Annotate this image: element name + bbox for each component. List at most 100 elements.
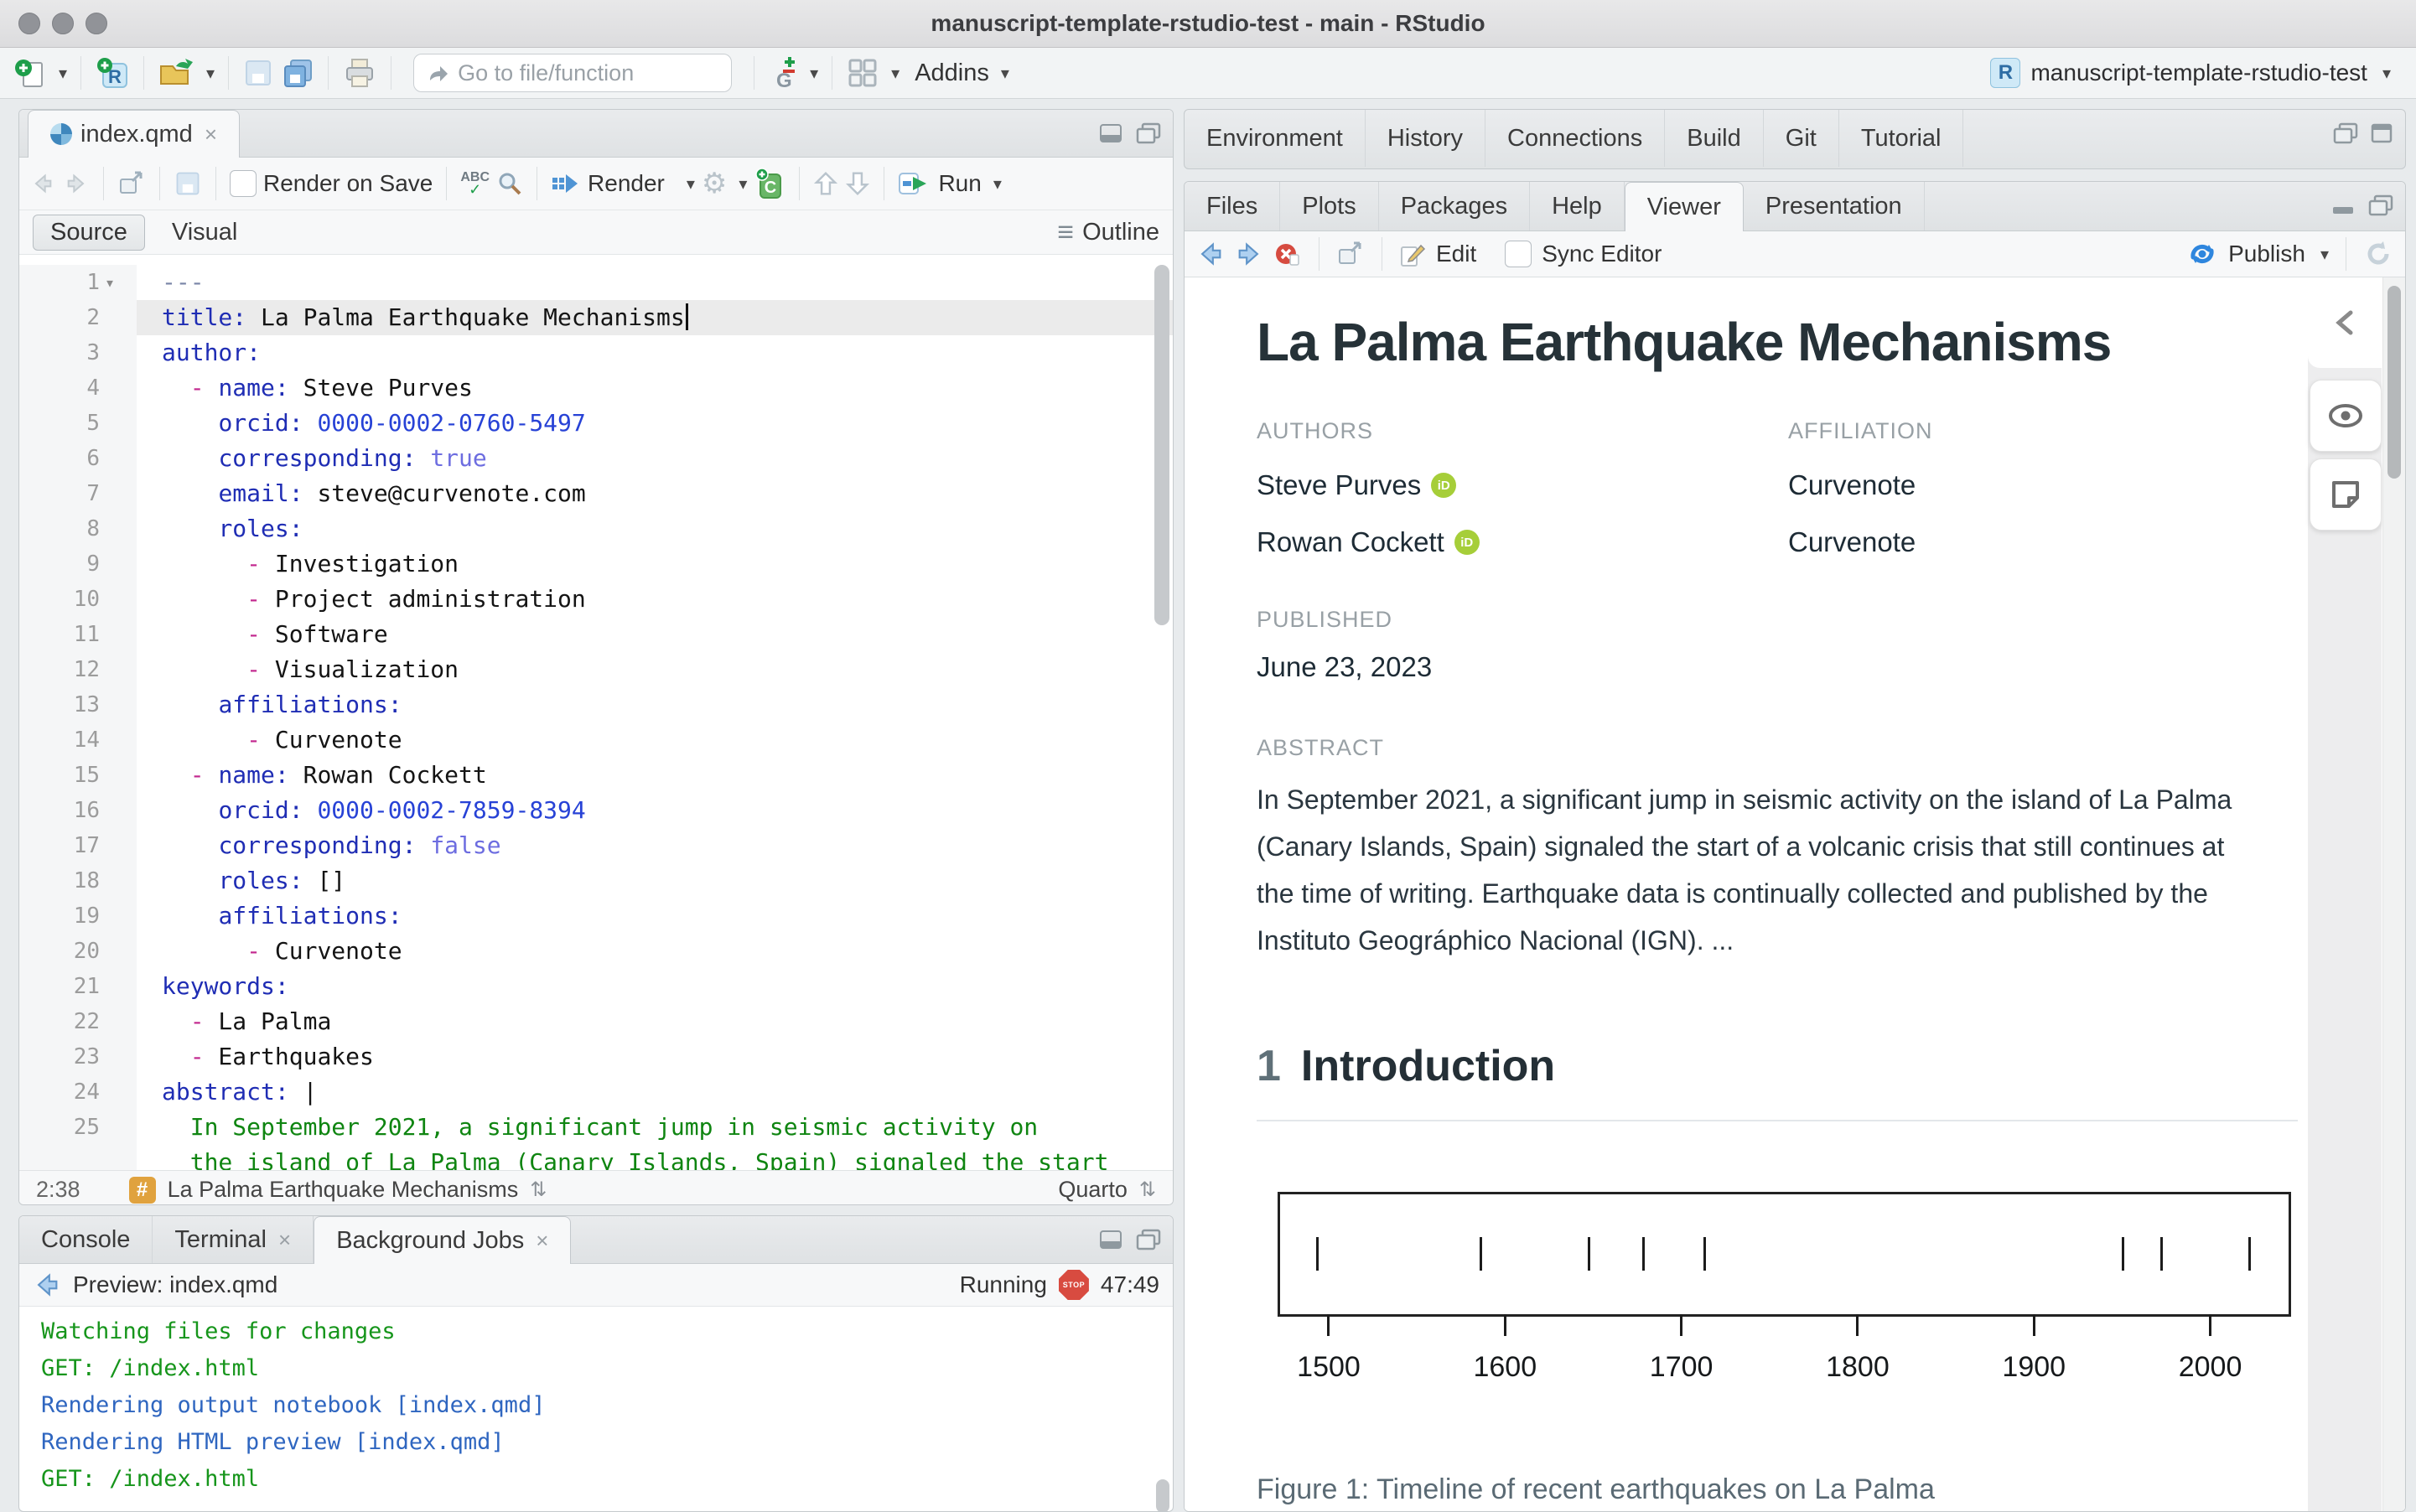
maximize-pane-icon[interactable] [1136, 1229, 1161, 1251]
new-file-icon[interactable] [13, 56, 47, 90]
tab-presentation[interactable]: Presentation [1744, 182, 1925, 230]
viewer-scrollbar[interactable] [2387, 286, 2401, 479]
render-on-save-checkbox[interactable] [230, 170, 257, 197]
new-file-caret-icon[interactable]: ▾ [59, 63, 67, 84]
go-to-next-chunk-icon[interactable] [845, 170, 870, 197]
close-window-button[interactable] [18, 13, 40, 34]
code-line[interactable]: 2title: La Palma Earthquake Mechanisms [19, 300, 1173, 335]
code-line[interactable]: 4 - name: Steve Purves [19, 370, 1173, 406]
code-line[interactable]: 18 roles: [] [19, 863, 1173, 898]
maximize-pane-icon[interactable] [1136, 122, 1161, 144]
clear-viewer-icon[interactable] [1273, 240, 1302, 268]
publish-icon[interactable] [2186, 238, 2218, 270]
code-line[interactable]: 5 orcid: 0000-0002-0760-5497 [19, 406, 1173, 441]
gear-icon[interactable]: ⚙ [702, 167, 727, 200]
insert-chunk-icon[interactable]: C [754, 168, 785, 199]
tab-git[interactable]: Git [1764, 110, 1839, 167]
tab-plots[interactable]: Plots [1280, 182, 1378, 230]
run-caret-icon[interactable]: ▾ [993, 173, 1002, 194]
code-line[interactable]: 22 - La Palma [19, 1004, 1173, 1039]
back-icon[interactable] [29, 170, 56, 197]
new-project-icon[interactable]: R [95, 55, 130, 91]
code-line[interactable]: 23 - Earthquakes [19, 1039, 1173, 1074]
code-line[interactable]: 19 affiliations: [19, 898, 1173, 934]
tab-files[interactable]: Files [1185, 182, 1280, 230]
go-to-previous-chunk-icon[interactable] [813, 170, 838, 197]
tab-build[interactable]: Build [1665, 110, 1764, 167]
pane-layout-icon[interactable] [846, 56, 879, 90]
back-icon[interactable] [33, 1271, 61, 1299]
editor-scrollbar[interactable] [1154, 265, 1169, 625]
forward-icon[interactable] [1235, 240, 1263, 268]
spellcheck-icon[interactable]: ABC✓ [460, 172, 490, 195]
tab-packages[interactable]: Packages [1379, 182, 1530, 230]
tab-console[interactable]: Console [19, 1216, 153, 1263]
popout-icon[interactable] [1336, 240, 1365, 268]
code-line[interactable]: 13 affiliations: [19, 687, 1173, 722]
back-icon[interactable] [1196, 240, 1225, 268]
restore-pane-icon[interactable] [2333, 122, 2358, 144]
publish-caret-icon[interactable]: ▾ [2320, 244, 2329, 265]
tab-connections[interactable]: Connections [1485, 110, 1665, 167]
minimize-pane-icon[interactable] [1099, 123, 1124, 143]
outline-button[interactable]: ≡ Outline [1057, 216, 1159, 249]
file-format[interactable]: Quarto [1058, 1177, 1128, 1203]
file-format-caret-icon[interactable]: ⇅ [1139, 1178, 1156, 1202]
addins-menu[interactable]: Addins [915, 60, 989, 87]
run-button[interactable]: Run [938, 170, 981, 197]
open-file-caret-icon[interactable]: ▾ [206, 63, 215, 84]
edit-icon[interactable] [1399, 241, 1426, 267]
code-line[interactable]: 14 - Curvenote [19, 722, 1173, 758]
tab-viewer[interactable]: Viewer [1625, 182, 1744, 231]
version-control-caret-icon[interactable]: ▾ [810, 63, 818, 84]
visibility-button[interactable] [2310, 380, 2382, 452]
code-line[interactable]: 12 - Visualization [19, 652, 1173, 687]
maximize-pane-icon[interactable] [2368, 194, 2393, 216]
tab-environment[interactable]: Environment [1185, 110, 1366, 167]
console-scrollbar[interactable] [1156, 1479, 1169, 1512]
render-caret-icon[interactable]: ▾ [687, 173, 695, 194]
viewer-scrollbar-track[interactable] [2382, 277, 2405, 1512]
pane-layout-caret-icon[interactable]: ▾ [891, 63, 900, 84]
tab-tutorial[interactable]: Tutorial [1839, 110, 1964, 167]
render-button[interactable]: Render [588, 170, 665, 197]
save-icon[interactable] [242, 57, 274, 89]
code-line[interactable]: 21keywords: [19, 969, 1173, 1004]
tab-help[interactable]: Help [1530, 182, 1625, 230]
minimize-pane-icon[interactable] [2331, 195, 2356, 215]
code-line[interactable]: 8 roles: [19, 511, 1173, 546]
close-tab-icon[interactable]: × [205, 122, 217, 148]
tab-source[interactable]: Source [33, 215, 145, 251]
code-line[interactable]: 6 corresponding: true [19, 441, 1173, 476]
refresh-icon[interactable] [2363, 239, 2393, 269]
minimize-window-button[interactable] [52, 13, 74, 34]
tab-history[interactable]: History [1366, 110, 1485, 167]
orcid-icon[interactable]: iD [1431, 473, 1456, 498]
open-file-icon[interactable] [158, 56, 194, 90]
stop-job-icon[interactable]: STOP [1059, 1270, 1089, 1300]
code-line[interactable]: 25 In September 2021, a significant jump… [19, 1110, 1173, 1145]
forward-icon[interactable] [63, 170, 90, 197]
render-icon[interactable] [551, 171, 581, 196]
edit-button[interactable]: Edit [1436, 241, 1476, 267]
popout-icon[interactable] [117, 169, 146, 198]
addins-caret-icon[interactable]: ▾ [1001, 63, 1009, 84]
tab-background-jobs[interactable]: Background Jobs× [314, 1216, 571, 1264]
save-file-icon[interactable] [174, 169, 202, 198]
collapse-panel-button[interactable] [2308, 277, 2382, 368]
code-line[interactable]: 10 - Project administration [19, 582, 1173, 617]
goto-file-input[interactable]: Go to file/function [413, 54, 732, 92]
orcid-icon[interactable]: iD [1454, 530, 1480, 555]
maximize-pane-icon[interactable] [2370, 122, 2393, 144]
code-line[interactable]: 1▾--- [19, 265, 1173, 300]
code-line[interactable]: 20 - Curvenote [19, 934, 1173, 969]
version-control-icon[interactable]: G [768, 55, 798, 91]
project-picker[interactable]: R manuscript-template-rstudio-test ▾ [1990, 58, 2391, 88]
zoom-window-button[interactable] [86, 13, 107, 34]
close-tab-icon[interactable]: × [536, 1228, 548, 1254]
code-line[interactable]: 3author: [19, 335, 1173, 370]
sync-editor-checkbox[interactable] [1505, 241, 1532, 267]
code-line[interactable]: 15 - name: Rowan Cockett [19, 758, 1173, 793]
search-icon[interactable] [496, 170, 523, 197]
print-icon[interactable] [342, 56, 377, 90]
